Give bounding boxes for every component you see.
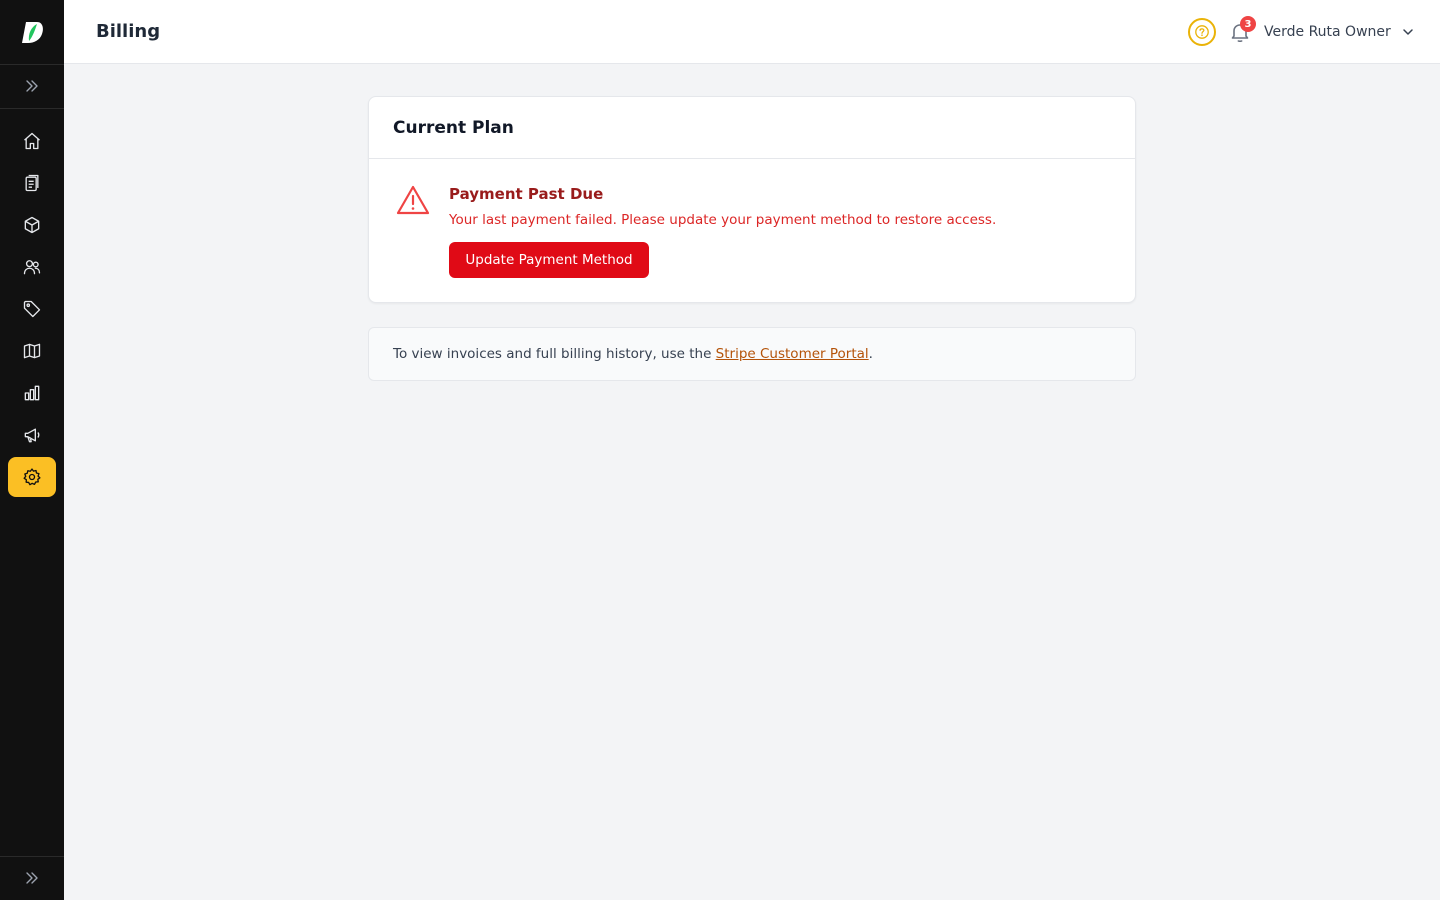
info-text-end: . xyxy=(868,346,873,362)
top-header: Billing 3 Verde Ruta Owner xyxy=(64,0,1440,64)
nav-products[interactable] xyxy=(8,205,56,245)
gear-icon xyxy=(23,468,41,486)
notification-count-badge: 3 xyxy=(1240,16,1256,32)
nav-reports[interactable] xyxy=(8,373,56,413)
box-icon xyxy=(24,216,40,234)
card-header: Current Plan xyxy=(369,97,1135,159)
alert-title: Payment Past Due xyxy=(449,185,604,203)
bar-chart-icon xyxy=(24,385,40,401)
update-payment-method-button[interactable]: Update Payment Method xyxy=(449,242,649,278)
nav-marketing[interactable] xyxy=(8,415,56,455)
users-icon xyxy=(23,260,41,275)
nav-home[interactable] xyxy=(8,121,56,161)
chevron-down-icon xyxy=(1403,29,1413,35)
home-icon xyxy=(24,132,40,150)
nav-routes[interactable] xyxy=(8,331,56,371)
alert-message: Your last payment failed. Please update … xyxy=(449,212,997,228)
question-icon xyxy=(1195,25,1209,39)
expand-sidebar-button[interactable] xyxy=(0,64,64,108)
nav-customers[interactable] xyxy=(8,247,56,287)
logo-icon xyxy=(22,22,43,43)
current-plan-card: Current Plan Payment Past Due Your last … xyxy=(368,96,1136,303)
sidebar-divider xyxy=(0,108,64,109)
card-title: Current Plan xyxy=(393,118,514,138)
info-text: To view invoices and full billing histor… xyxy=(393,346,716,362)
map-icon xyxy=(23,343,41,359)
chevrons-right-icon xyxy=(26,872,38,884)
nav-orders[interactable] xyxy=(8,163,56,203)
megaphone-icon xyxy=(24,428,40,443)
billing-info-note: To view invoices and full billing histor… xyxy=(368,327,1136,381)
help-button[interactable] xyxy=(1188,18,1216,46)
user-menu[interactable]: Verde Ruta Owner xyxy=(1264,20,1415,44)
nav-settings[interactable] xyxy=(8,457,56,497)
user-name: Verde Ruta Owner xyxy=(1264,24,1391,40)
stripe-portal-link[interactable]: Stripe Customer Portal xyxy=(716,346,869,362)
sidebar xyxy=(0,0,64,900)
collapse-toggle-button[interactable] xyxy=(0,856,64,900)
page-title: Billing xyxy=(96,21,161,42)
warning-triangle-icon xyxy=(396,185,430,215)
chevrons-right-icon xyxy=(26,80,38,92)
nav-pricing[interactable] xyxy=(8,289,56,329)
tag-icon xyxy=(23,300,41,318)
app-logo[interactable] xyxy=(0,0,64,64)
clipboard-icon xyxy=(25,174,39,192)
